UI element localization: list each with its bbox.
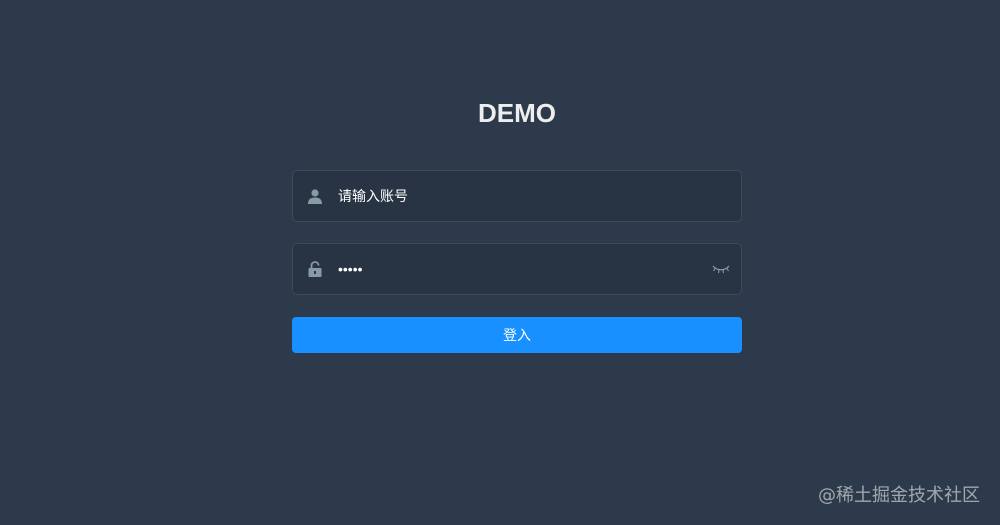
password-input[interactable]: ••••• — [338, 245, 711, 293]
watermark: @稀土掘金技术社区 — [818, 485, 980, 506]
eye-closed-icon[interactable] — [711, 263, 731, 275]
lock-icon — [308, 261, 322, 277]
user-icon — [308, 188, 322, 204]
login-button[interactable]: 登入 — [292, 317, 742, 353]
username-input[interactable] — [338, 172, 741, 220]
password-field[interactable]: ••••• — [292, 243, 742, 295]
username-field[interactable] — [292, 170, 742, 222]
page-title: DEMO — [478, 98, 556, 128]
